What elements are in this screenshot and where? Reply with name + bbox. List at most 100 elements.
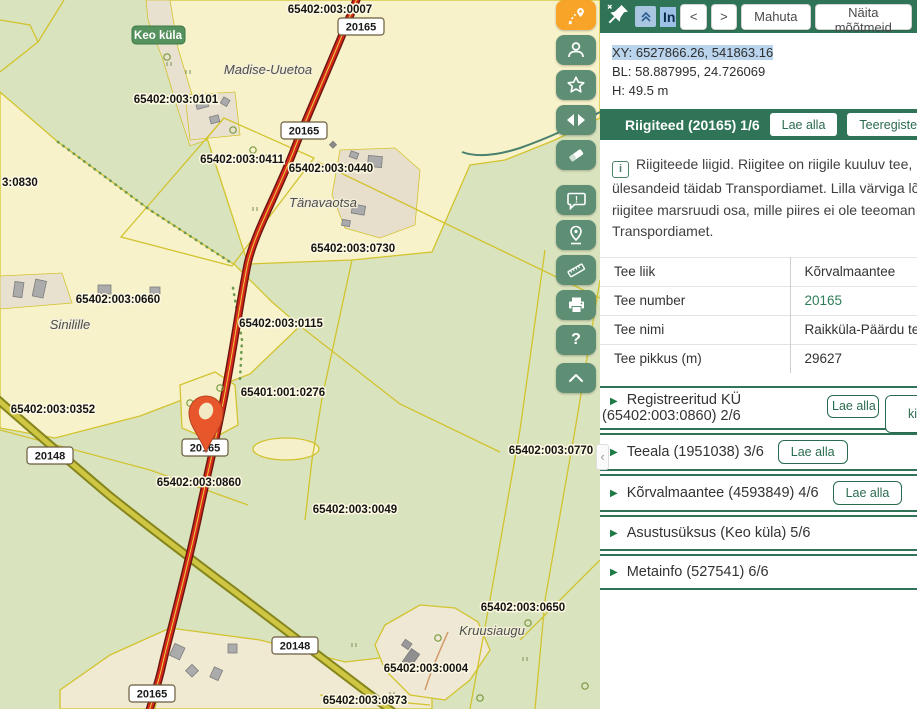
fit-button[interactable]: Mahuta	[741, 4, 810, 30]
download-button[interactable]: Lae alla	[778, 440, 848, 464]
attr-label: Tee nimi	[600, 315, 790, 344]
svg-text:20165: 20165	[137, 689, 168, 701]
eraser-button[interactable]	[556, 140, 596, 170]
section-road-area[interactable]: ▶ Teeala (1951038) 3/6 Lae alla	[600, 433, 917, 471]
show-measurements-button[interactable]: Näita mõõtmeid	[815, 4, 912, 30]
road-number-link[interactable]: 20165	[790, 286, 917, 315]
road-badge: 20165	[281, 122, 327, 139]
table-row: Tee number 20165	[600, 286, 917, 315]
cadastral-label: 65402:003:0770	[509, 445, 593, 457]
cadastral-label: 65402:003:0730	[311, 243, 395, 255]
section-settlement[interactable]: ▶ Asustusüksus (Keo küla) 5/6	[600, 515, 917, 551]
measure-button[interactable]	[556, 255, 596, 285]
cadastral-label: 65402:003:0049	[313, 504, 397, 516]
route-measure-icon	[567, 6, 586, 25]
info-tab-label[interactable]: In	[660, 7, 676, 27]
map-toolbar: ! ?	[556, 0, 596, 393]
bl-coordinates: BL: 58.887995, 24.726069	[612, 62, 905, 81]
print-button[interactable]	[556, 290, 596, 320]
swipe-compare-button[interactable]	[556, 105, 596, 135]
village-badge: Keo küla	[132, 26, 185, 44]
panel-collapse-handle[interactable]: ‹	[596, 444, 609, 470]
svg-text:20165: 20165	[346, 22, 377, 34]
table-row: Tee nimi Raikküla-Päärdu tee	[600, 315, 917, 344]
attr-value: Raikküla-Päärdu tee	[790, 315, 917, 344]
attribute-table: Tee liik Kõrvalmaantee Tee number 20165 …	[600, 257, 917, 374]
section-registered-parcel[interactable]: ▶Registreeritud KÜ (65402:003:0860) 2/6 …	[600, 386, 917, 430]
toolbar-collapse-button[interactable]	[556, 363, 596, 393]
cadastral-label: 65402:003:0101	[134, 94, 219, 106]
cadastral-label: 65402:003:0007	[288, 4, 372, 16]
print-icon	[567, 296, 586, 314]
svg-text:20148: 20148	[35, 451, 66, 463]
feedback-button[interactable]: !	[556, 185, 596, 215]
section-metainfo[interactable]: ▶ Metainfo (527541) 6/6	[600, 554, 917, 590]
attr-value: Kõrvalmaantee	[790, 257, 917, 286]
feature-section-header[interactable]: Riigiteed (20165) 1/6 Lae alla Teeregist…	[600, 109, 917, 140]
road-register-button[interactable]: Teeregister	[847, 113, 917, 136]
marker-icon	[567, 225, 585, 245]
info-line: riigitee marsruudi osa, mille piires ei …	[612, 200, 917, 222]
expand-triangle-icon: ▶	[610, 396, 618, 407]
cadastral-label: 65402:003:0660	[76, 294, 160, 306]
cadastral-label: 65401:001:0276	[241, 387, 325, 399]
route-measure-tool-button[interactable]	[556, 0, 596, 30]
road-badge: 20165	[338, 18, 384, 35]
attr-label: Tee number	[600, 286, 790, 315]
section-side-road[interactable]: ▶ Kõrvalmaantee (4593849) 4/6 Lae alla	[600, 474, 917, 512]
star-icon	[566, 75, 586, 95]
chevron-up-icon	[568, 373, 584, 383]
info-line: ülesandeid täidab Transpordiamet. Lilla …	[612, 178, 917, 200]
download-button[interactable]: Lae alla	[770, 113, 838, 136]
road-badge: 20148	[272, 637, 318, 654]
attr-label: Tee pikkus (m)	[600, 344, 790, 373]
prev-feature-button[interactable]: <	[680, 4, 706, 30]
help-button[interactable]: ?	[556, 325, 596, 355]
section-title: Metainfo (527541) 6/6	[627, 564, 769, 580]
next-feature-button[interactable]: >	[711, 4, 737, 30]
pushpin-icon[interactable]	[605, 2, 631, 31]
expand-triangle-icon: ▶	[610, 447, 618, 458]
attr-value: 29627	[790, 344, 917, 373]
user-button[interactable]	[556, 35, 596, 65]
cadastral-label: 65402:003:0115	[239, 318, 323, 330]
expand-triangle-icon: ▶	[610, 567, 618, 578]
cadastral-label: 3:0830	[2, 177, 38, 189]
place-name: Sinilille	[50, 317, 90, 332]
download-button[interactable]: Lae alla	[827, 395, 879, 418]
svg-text:!: !	[575, 194, 578, 204]
info-icon: i	[612, 161, 629, 178]
section-title: Registreeritud KÜ	[627, 392, 741, 408]
feedback-icon: !	[567, 191, 586, 210]
info-line: Transpordiamet.	[612, 221, 917, 243]
xy-coordinates: XY: 6527866.26, 541863.16	[612, 45, 773, 60]
restrictions-button[interactable]: kitse	[885, 395, 917, 433]
swipe-compare-icon	[566, 112, 586, 128]
favorites-button[interactable]	[556, 70, 596, 100]
height-value: H: 49.5 m	[612, 81, 905, 100]
coordinates-block: XY: 6527866.26, 541863.16 BL: 58.887995,…	[600, 33, 917, 109]
measure-ruler-icon	[566, 261, 586, 279]
info-line: Riigiteede liigid. Riigitee on riigile k…	[636, 156, 917, 172]
info-panel: In < > Mahuta Näita mõõtmeid XY: 6527866…	[600, 0, 917, 709]
section-title: Kõrvalmaantee (4593849) 4/6	[627, 485, 819, 501]
cadastral-label: 65402:003:0440	[289, 163, 373, 175]
download-button[interactable]: Lae alla	[833, 481, 903, 505]
road-badge: 20165	[129, 685, 175, 702]
add-marker-button[interactable]	[556, 220, 596, 250]
expand-triangle-icon: ▶	[610, 528, 618, 539]
eraser-icon	[566, 146, 586, 164]
attr-label: Tee liik	[600, 257, 790, 286]
svg-text:20148: 20148	[280, 641, 311, 653]
section-title: Asustusüksus (Keo küla) 5/6	[627, 525, 811, 541]
map-canvas[interactable]: 65402:003:0007 65402:003:0101 65402:003:…	[0, 0, 600, 709]
table-row: Tee liik Kõrvalmaantee	[600, 257, 917, 286]
panel-minimize-control[interactable]	[635, 6, 656, 27]
cadastral-label: 65402:003:0411	[200, 154, 284, 166]
section-title: Teeala (1951038) 3/6	[627, 444, 764, 460]
road-badge: 20148	[27, 447, 73, 464]
svg-text:Keo küla: Keo küla	[134, 30, 183, 42]
accordion-sections: ▶Registreeritud KÜ (65402:003:0860) 2/6 …	[600, 386, 917, 590]
cadastral-label: 65402:003:0860	[157, 477, 241, 489]
help-icon: ?	[571, 331, 581, 349]
